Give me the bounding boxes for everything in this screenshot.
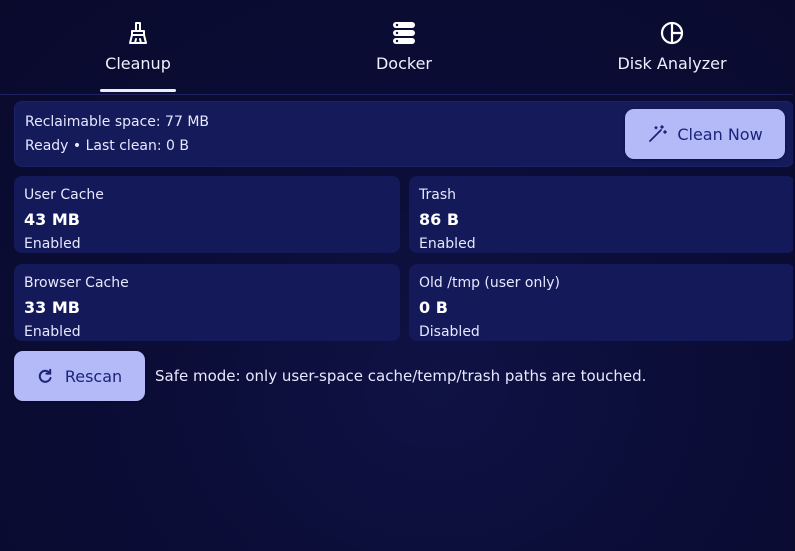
- rescan-label: Rescan: [64, 366, 123, 386]
- pie-chart-icon: [660, 21, 684, 45]
- card-size: 86 B: [419, 210, 460, 229]
- card-title: Browser Cache: [24, 275, 129, 291]
- magic-wand-icon: [649, 125, 668, 142]
- tab-bar: Cleanup Docker Disk Analyzer: [0, 0, 793, 95]
- refresh-icon: [38, 368, 52, 383]
- trash-card[interactable]: Trash 86 B Enabled: [409, 176, 793, 253]
- old-tmp-card[interactable]: Old /tmp (user only) 0 B Disabled: [409, 264, 793, 341]
- app-window: Cleanup Docker Disk Analyzer Reclaimable…: [0, 0, 793, 551]
- card-status: Enabled: [419, 236, 476, 252]
- user-cache-card[interactable]: User Cache 43 MB Enabled: [14, 176, 400, 253]
- card-status: Disabled: [419, 324, 480, 340]
- card-size: 33 MB: [24, 298, 80, 317]
- clean-now-label: Clean Now: [677, 124, 763, 144]
- server-stack-icon: [393, 22, 415, 44]
- rescan-button[interactable]: Rescan: [14, 351, 145, 401]
- tab-docker[interactable]: Docker: [354, 0, 454, 94]
- tab-docker-label: Docker: [375, 54, 433, 73]
- card-status: Enabled: [24, 236, 81, 252]
- card-title: Old /tmp (user only): [419, 275, 560, 291]
- tab-cleanup-label: Cleanup: [105, 54, 171, 73]
- card-title: Trash: [419, 187, 456, 203]
- card-size: 0 B: [419, 298, 448, 317]
- card-title: User Cache: [24, 187, 104, 203]
- reclaimable-space-text: Reclaimable space: 77 MB: [25, 114, 210, 130]
- tab-disk-analyzer[interactable]: Disk Analyzer: [600, 0, 744, 94]
- tab-disk-analyzer-label: Disk Analyzer: [617, 54, 727, 73]
- active-tab-indicator: [100, 89, 176, 92]
- browser-cache-card[interactable]: Browser Cache 33 MB Enabled: [14, 264, 400, 341]
- broom-icon: [129, 22, 147, 44]
- card-size: 43 MB: [24, 210, 80, 229]
- status-text: Ready • Last clean: 0 B: [25, 138, 190, 154]
- safe-mode-note: Safe mode: only user-space cache/temp/tr…: [155, 367, 647, 385]
- clean-now-button[interactable]: Clean Now: [625, 109, 785, 159]
- card-status: Enabled: [24, 324, 81, 340]
- tab-cleanup[interactable]: Cleanup: [88, 0, 188, 94]
